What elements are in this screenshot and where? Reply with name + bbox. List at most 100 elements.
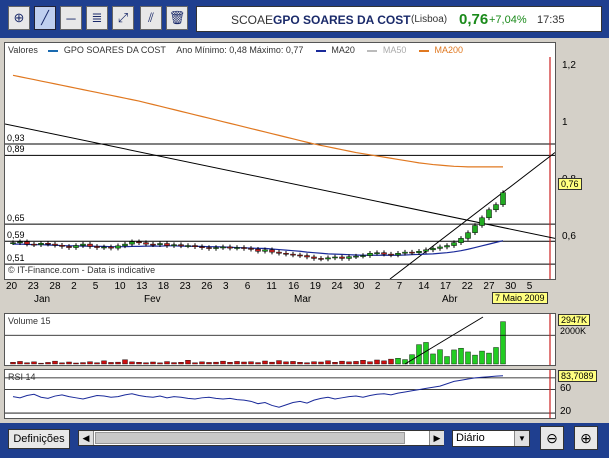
day-tick-label: 14 [418, 281, 430, 292]
price-candle [164, 243, 170, 246]
level-label: 0,65 [7, 213, 25, 224]
month-tick-label: Abr [442, 294, 458, 305]
month-tick-label: Jan [34, 294, 51, 305]
zoom-out-icon[interactable]: ⊖ [540, 426, 564, 450]
volume-chart [5, 314, 555, 365]
volume-bar [94, 362, 100, 365]
rsi-line [12, 375, 504, 408]
rsi-label: RSI 14 [8, 372, 36, 382]
volume-bar [332, 362, 338, 365]
volume-bar [17, 361, 23, 365]
price-candle [276, 251, 282, 254]
trend-line-up [389, 152, 555, 279]
day-tick-label: 10 [114, 281, 126, 292]
volume-bar [199, 361, 205, 365]
volume-bar [423, 342, 429, 365]
bottom-bar: Definições ◀ ▶ Diário ▼ ⊖ ⊕ [0, 423, 609, 458]
settings-button[interactable]: Definições [8, 429, 70, 449]
fibonacci-tool-button[interactable]: ≣ [86, 6, 108, 30]
ma50-swatch [367, 49, 378, 52]
volume-bar [213, 361, 219, 365]
horizontal-line-tool-button[interactable]: ─ [60, 6, 82, 30]
price-legend: Valores GPO SOARES DA COST Ano Mínimo: 0… [8, 45, 463, 55]
day-tick-label: 28 [49, 281, 61, 292]
volume-bar [101, 360, 107, 365]
chevron-down-icon[interactable]: ▼ [514, 431, 529, 446]
price-candle [143, 242, 149, 245]
trend-line-down [5, 123, 555, 239]
price-candle [472, 225, 478, 233]
volume-bar [472, 354, 478, 365]
price-candle [360, 255, 366, 257]
price-candle [248, 248, 254, 250]
volume-bar [52, 360, 58, 365]
price-candle [59, 245, 65, 247]
volume-bar [262, 360, 268, 365]
quote-change: +7,04% [489, 14, 527, 26]
price-candle [45, 243, 51, 245]
volume-bar [395, 358, 401, 365]
price-panel: Valores GPO SOARES DA COST Ano Mínimo: 0… [4, 42, 556, 280]
price-candle [311, 256, 317, 259]
day-tick-label: 2 [374, 281, 381, 292]
price-candle [318, 258, 324, 260]
volume-label: Volume 15 [8, 316, 51, 326]
rsi-panel: RSI 14 [4, 369, 556, 419]
trash-icon-button[interactable]: 🗑 [166, 6, 188, 30]
day-tick-label: 23 [179, 281, 191, 292]
crosshair-zoom-tool-button[interactable]: ⊕ [8, 6, 30, 30]
volume-bar [206, 362, 212, 365]
scroll-left-button[interactable]: ◀ [79, 431, 94, 445]
price-candle [185, 245, 191, 247]
quote-symbol: SCOAE [231, 13, 274, 27]
price-candle [66, 246, 72, 248]
price-candle [395, 253, 401, 256]
volume-bar [31, 361, 37, 365]
trend-arrows-tool-button[interactable]: ⤢ [112, 6, 134, 30]
price-candle [269, 249, 275, 253]
volume-bar [269, 361, 275, 365]
price-candle [283, 253, 289, 255]
zoom-in-icon[interactable]: ⊕ [574, 426, 598, 450]
scroll-right-button[interactable]: ▶ [429, 431, 444, 445]
volume-bar [192, 362, 198, 365]
period-select[interactable]: Diário ▼ [452, 430, 530, 447]
rsi-chart [5, 370, 555, 418]
volume-bar [318, 361, 324, 365]
volume-bar [493, 347, 499, 365]
price-tick-label: 0,6 [562, 231, 576, 243]
volume-bar [297, 362, 303, 365]
price-candle [241, 247, 247, 249]
volume-bar [178, 362, 184, 365]
horizontal-scrollbar[interactable]: ◀ ▶ [78, 430, 444, 446]
day-tick-label: 20 [6, 281, 18, 292]
quote-name: GPO SOARES DA COST [273, 13, 411, 27]
price-candle [479, 217, 485, 226]
volume-bar [367, 361, 373, 365]
price-candle [290, 253, 296, 256]
price-candle [213, 247, 219, 249]
volume-bar [276, 360, 282, 365]
price-candle [486, 209, 492, 219]
volume-bar [115, 361, 121, 365]
price-candle [493, 204, 499, 211]
volume-bar [346, 361, 352, 365]
volume-bar [283, 361, 289, 365]
price-candle [192, 245, 198, 247]
volume-bar [227, 362, 233, 365]
rsi-tick-label: 20 [560, 406, 572, 418]
quote-box: SCOAE GPO SOARES DA COST (Lisboa) 0,76 +… [196, 6, 602, 32]
volume-bar [164, 361, 170, 365]
price-candle [157, 243, 163, 245]
parallel-lines-tool-button[interactable]: ⫽ [140, 6, 162, 30]
month-tick-label: Mar [294, 294, 312, 305]
volume-bar [185, 360, 191, 365]
line-tool-button[interactable]: ╱ [34, 6, 56, 30]
day-tick-label: 6 [244, 281, 251, 292]
volume-bar [486, 352, 492, 365]
price-candle [458, 238, 464, 243]
scrollbar-thumb[interactable] [95, 432, 405, 444]
price-candle [199, 246, 205, 248]
day-tick-label: 13 [136, 281, 148, 292]
volume-last-tag: 2947K [558, 314, 591, 326]
